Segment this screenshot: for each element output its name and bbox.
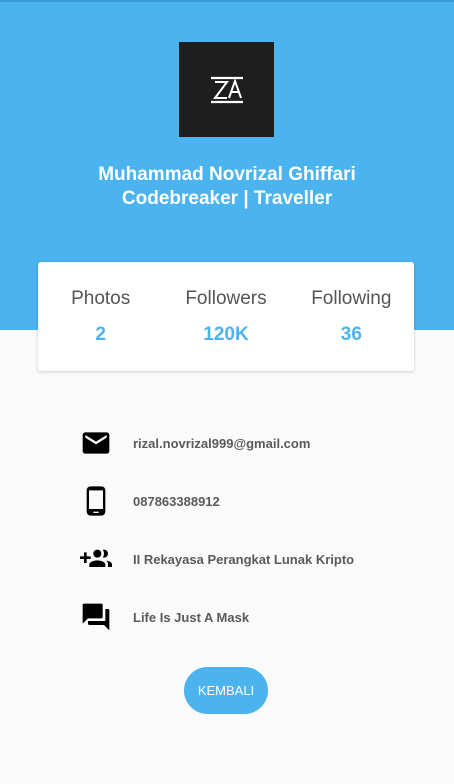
info-row-phone: 087863388912 (78, 483, 438, 519)
stat-label: Photos (71, 288, 131, 309)
phone-text: 087863388912 (133, 493, 220, 509)
back-button[interactable]: KEMBALI (184, 667, 268, 714)
info-row-email: rizal.novrizal999@gmail.com (78, 425, 438, 461)
info-row-motto: Life Is Just A Mask (78, 599, 438, 635)
stat-value: 120K (203, 324, 249, 345)
stats-card: Photos 2 Followers 120K Following 36 (38, 262, 414, 371)
group-add-icon (78, 541, 114, 577)
email-icon (78, 425, 114, 461)
class-text: II Rekayasa Perangkat Lunak Kripto (133, 551, 355, 567)
profile-name: Muhammad Novrizal Ghiffari (98, 164, 356, 185)
stat-value: 2 (95, 324, 106, 345)
motto-text: Life Is Just A Mask (133, 609, 250, 625)
stat-label: Followers (185, 288, 267, 309)
profile-tagline: Codebreaker | Traveller (121, 188, 333, 209)
status-bar-edge (0, 0, 454, 2)
logo-za-icon (210, 76, 243, 103)
info-row-class: II Rekayasa Perangkat Lunak Kripto (78, 541, 438, 577)
stat-following[interactable]: Following 36 (289, 262, 414, 371)
email-text: rizal.novrizal999@gmail.com (133, 435, 311, 451)
stat-followers[interactable]: Followers 120K (163, 262, 288, 371)
chat-icon (78, 599, 114, 635)
stat-value: 36 (340, 324, 362, 345)
stat-photos[interactable]: Photos 2 (38, 262, 163, 371)
phone-icon (78, 483, 114, 519)
avatar (179, 42, 274, 137)
stat-label: Following (311, 288, 392, 309)
